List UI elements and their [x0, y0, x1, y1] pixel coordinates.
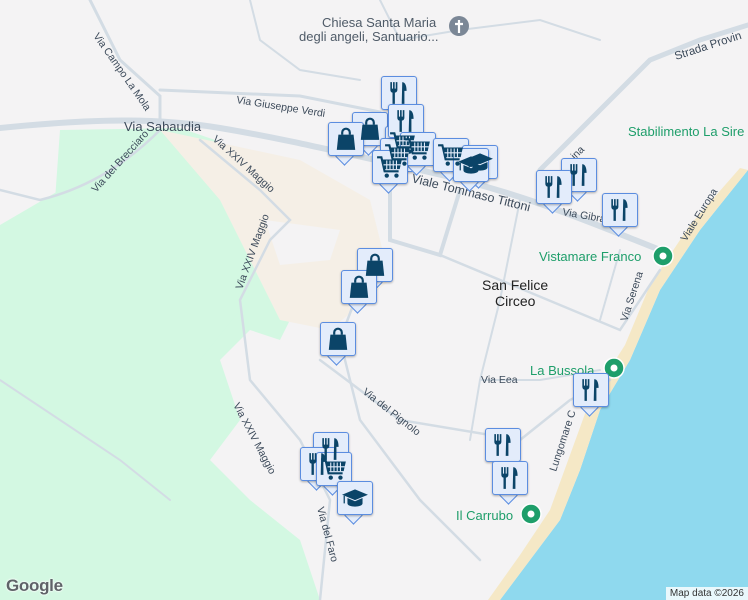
shop-marker[interactable] — [320, 322, 356, 366]
church-pin-icon[interactable] — [449, 16, 469, 36]
marker-body — [492, 461, 528, 495]
marker-body — [388, 104, 424, 138]
marker-body — [573, 373, 609, 407]
shopping-bag-icon — [346, 274, 372, 300]
fork-knife-icon — [386, 80, 412, 106]
shopping-cart-icon — [320, 456, 348, 482]
poi-label[interactable]: Il Carrubo — [456, 508, 513, 523]
fork-knife-icon — [393, 108, 419, 134]
poi-pin-icon[interactable] — [652, 245, 674, 267]
marker-body — [328, 122, 364, 156]
shopping-cart-icon — [404, 136, 432, 162]
marker-body — [400, 132, 436, 166]
shopping-bag-icon — [357, 116, 383, 142]
restaurant-marker[interactable] — [536, 170, 572, 214]
restaurant-marker[interactable] — [573, 373, 609, 417]
marker-body — [320, 322, 356, 356]
fork-knife-icon — [497, 465, 523, 491]
place-label: Circeo — [495, 293, 536, 309]
marker-body — [341, 270, 377, 304]
shopping-cart-icon — [376, 154, 404, 180]
marker-body — [372, 150, 408, 184]
marker-body — [316, 452, 352, 486]
map-data-credit[interactable]: Map data ©2026 — [665, 587, 748, 600]
marker-body — [381, 76, 417, 110]
marker-body — [602, 193, 638, 227]
marker-body — [536, 170, 572, 204]
street-label: Via Eea — [481, 374, 518, 386]
school-marker[interactable] — [453, 148, 489, 192]
school-marker[interactable] — [337, 481, 373, 525]
church-label: Chiesa Santa Maria — [322, 15, 437, 30]
marker-body — [453, 148, 489, 182]
shopping-bag-icon — [325, 326, 351, 352]
fork-knife-icon — [578, 377, 604, 403]
google-logo: Google — [6, 576, 63, 595]
shop-marker[interactable] — [328, 122, 364, 166]
fork-knife-icon — [490, 432, 516, 458]
fork-knife-icon — [566, 162, 592, 188]
street-label: Via Sabaudia — [124, 119, 202, 134]
marker-body — [485, 428, 521, 462]
poi-label[interactable]: Stabilimento La Sire — [628, 124, 744, 139]
church-label: degli angeli, Santuario... — [299, 29, 438, 44]
poi-pin-icon[interactable] — [520, 503, 542, 525]
grocery-marker[interactable] — [372, 150, 408, 194]
graduation-cap-icon — [341, 486, 369, 510]
graduation-cap-icon — [457, 153, 485, 177]
place-label: San Felice — [482, 277, 548, 293]
shopping-bag-icon — [333, 126, 359, 152]
fork-knife-icon — [607, 197, 633, 223]
restaurant-marker[interactable] — [492, 461, 528, 505]
shop-marker[interactable] — [341, 270, 377, 314]
restaurant-marker[interactable] — [602, 193, 638, 237]
poi-label[interactable]: Vistamare Franco — [539, 249, 641, 264]
marker-body — [337, 481, 373, 515]
fork-knife-icon — [541, 174, 567, 200]
